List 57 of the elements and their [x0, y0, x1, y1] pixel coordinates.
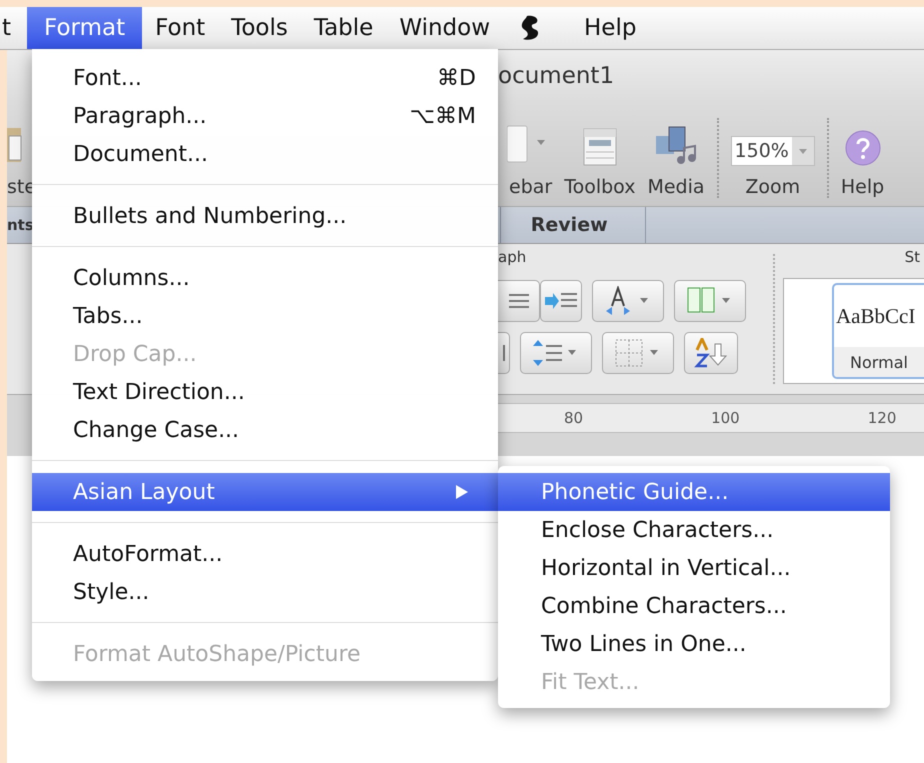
menu-item[interactable]: Tabs...: [32, 297, 498, 335]
menu-bar-item[interactable]: Table: [300, 7, 386, 49]
submenu-arrow-icon: [456, 485, 468, 499]
toolbar-label[interactable]: Toolbox: [564, 176, 636, 198]
caret-icon[interactable]: [792, 137, 814, 165]
menu-bar-item[interactable]: Window: [386, 7, 504, 49]
style-sample: AaBbCcI: [835, 302, 916, 330]
columns-button[interactable]: [674, 280, 746, 322]
style-name: Normal: [834, 347, 924, 377]
menu-item[interactable]: Bullets and Numbering...: [32, 197, 498, 235]
borders-button[interactable]: [602, 332, 674, 374]
menu-item[interactable]: Columns...: [32, 259, 498, 297]
menu-item[interactable]: Font... ⌘D: [32, 59, 498, 97]
menu-item[interactable]: Text Direction...: [32, 373, 498, 411]
group-label: St: [904, 248, 920, 266]
media-icon[interactable]: [655, 126, 697, 166]
tab-stop-button[interactable]: [498, 332, 510, 374]
menu-item[interactable]: Enclose Characters...: [498, 511, 890, 549]
menu-item[interactable]: Paragraph... ⌥⌘M: [32, 97, 498, 135]
line-spacing-button[interactable]: [520, 332, 592, 374]
menu-bar-item[interactable]: Format: [27, 7, 142, 49]
zoom-field[interactable]: 150%: [730, 136, 815, 166]
ruler-number: 100: [711, 409, 740, 427]
style-card[interactable]: AaBbCcI Normal: [832, 283, 924, 379]
shortcut-label: ⌥⌘M: [410, 104, 476, 128]
shortcut-label: ⌘D: [437, 66, 476, 90]
ruler-number: 80: [564, 409, 584, 427]
lines-icon: [508, 294, 528, 308]
sort-button[interactable]: [684, 332, 738, 374]
indent-button[interactable]: [540, 280, 582, 322]
sort-icon: [693, 338, 729, 368]
toolbar-label[interactable]: Media: [647, 176, 705, 198]
menu-item[interactable]: Combine Characters...: [498, 587, 890, 625]
menu-item[interactable]: AutoFormat...: [32, 535, 498, 573]
ruler-number: 120: [868, 409, 896, 427]
menu-item[interactable]: Change Case...: [32, 411, 498, 449]
toolbox-icon[interactable]: [582, 128, 617, 166]
menu-item[interactable]: Asian Layout: [32, 473, 498, 511]
menu-item[interactable]: Style...: [32, 573, 498, 611]
window-title: ocument1: [498, 63, 614, 89]
toolbar-label[interactable]: ebar: [509, 176, 552, 198]
menu-item[interactable]: Phonetic Guide...: [498, 473, 890, 511]
help-icon[interactable]: [844, 130, 881, 166]
text-direction-button[interactable]: [592, 280, 664, 322]
ribbon-tab[interactable]: Review: [500, 207, 646, 243]
menu-item[interactable]: Document...: [32, 135, 498, 173]
menu-bar-item[interactable]: t: [0, 7, 18, 49]
ribbon-tab[interactable]: nts: [7, 207, 34, 243]
menu-item[interactable]: Horizontal in Vertical...: [498, 549, 890, 587]
menu-bar-item[interactable]: Font: [142, 7, 218, 49]
menu-item[interactable]: Two Lines in One...: [498, 625, 890, 663]
menu-bar-item[interactable]: Tools: [218, 7, 301, 49]
toolbar-label[interactable]: Help: [840, 176, 884, 198]
group-label: aph: [498, 248, 526, 266]
indent-button[interactable]: [498, 280, 540, 322]
menu-bar-item[interactable]: Help: [571, 7, 650, 49]
toolbar-label: Zoom: [745, 176, 800, 198]
